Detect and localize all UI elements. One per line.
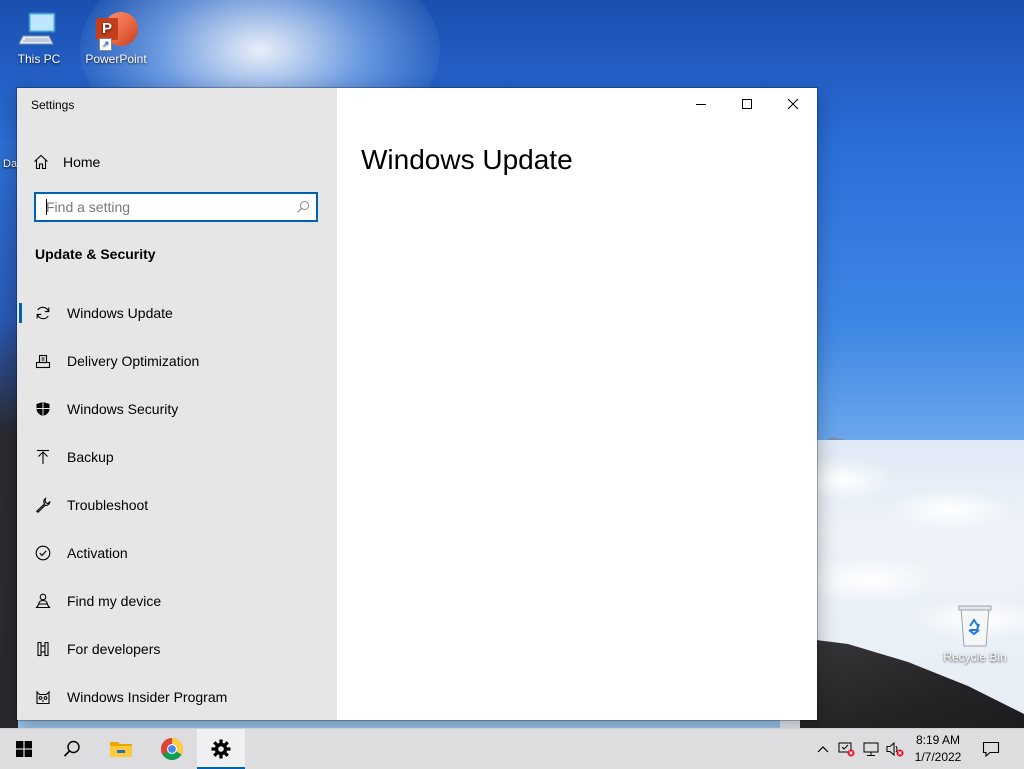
sidebar-home-label: Home <box>63 154 101 170</box>
shield-icon <box>19 401 67 417</box>
maximize-button[interactable] <box>724 88 770 120</box>
wallpaper-left-strip <box>0 140 18 728</box>
tray-clock[interactable]: 8:19 AM 1/7/2022 <box>906 732 970 766</box>
tray-network[interactable] <box>860 729 882 769</box>
page-title: Windows Update <box>361 144 573 175</box>
sidebar-item-label: Windows Security <box>67 401 179 417</box>
section-title: Update & Security <box>35 246 156 262</box>
sidebar-item-label: Find my device <box>67 593 162 609</box>
wrench-icon <box>19 497 67 513</box>
search-box[interactable] <box>34 192 318 222</box>
desktop-icon-label: This PC <box>17 52 61 66</box>
desktop-icon-powerpoint[interactable]: P ↗ PowerPoint <box>80 10 152 66</box>
sidebar-item-activation[interactable]: Activation <box>17 529 337 577</box>
sidebar-item-find-my-device[interactable]: Find my device <box>17 577 337 625</box>
settings-window: Settings Home Update & Security <box>17 88 817 720</box>
tray-notifications[interactable] <box>980 729 1002 769</box>
sidebar-item-label: Windows Insider Program <box>67 689 228 705</box>
sidebar-item-windows-security[interactable]: Windows Security <box>17 385 337 433</box>
window-title: Settings <box>31 98 75 112</box>
sidebar-item-backup[interactable]: Backup <box>17 433 337 481</box>
sidebar-item-label: Troubleshoot <box>67 497 149 513</box>
sidebar-item-label: Windows Update <box>67 305 173 321</box>
tray-show-hidden[interactable] <box>812 729 834 769</box>
maximize-icon <box>742 99 752 109</box>
clock-date: 1/7/2022 <box>914 750 962 764</box>
settings-main-pane: Windows Update <box>337 88 817 720</box>
taskbar-file-explorer[interactable] <box>97 729 145 769</box>
desktop-icon-this-pc[interactable]: This PC <box>3 10 75 66</box>
desktop-icon-recycle-bin[interactable]: Recycle Bin <box>939 604 1011 664</box>
sidebar-item-troubleshoot[interactable]: Troubleshoot <box>17 481 337 529</box>
text-caret <box>46 199 47 215</box>
close-icon <box>787 98 799 110</box>
search-icon <box>63 740 80 757</box>
sidebar-item-label: Backup <box>67 449 114 465</box>
taskbar: 8:19 AM 1/7/2022 <box>0 728 1024 769</box>
network-icon <box>863 742 879 756</box>
desktop-partial-label: Da <box>3 158 18 170</box>
tray-volume[interactable] <box>884 729 906 769</box>
sidebar-item-label: Activation <box>67 545 128 561</box>
sidebar-item-windows-update[interactable]: Windows Update <box>17 289 337 337</box>
minimize-icon <box>696 104 706 105</box>
insider-cat-icon <box>19 689 67 705</box>
taskbar-search-button[interactable] <box>48 729 96 769</box>
search-icon[interactable] <box>290 200 316 214</box>
taskbar-settings[interactable] <box>197 729 245 769</box>
settings-sidebar: Settings Home Update & Security <box>17 88 337 720</box>
close-button[interactable] <box>770 88 816 120</box>
search-input[interactable] <box>36 194 290 220</box>
sidebar-item-label: Delivery Optimization <box>67 353 200 369</box>
developer-icon <box>19 641 67 657</box>
minimize-button[interactable] <box>678 88 724 120</box>
upload-arrow-icon <box>19 449 67 465</box>
home-icon <box>34 154 48 170</box>
sidebar-item-for-developers[interactable]: For developers <box>17 625 337 673</box>
desktop-icon-label: Recycle Bin <box>943 650 1007 664</box>
check-circle-icon <box>19 545 67 561</box>
delivery-optimization-icon <box>19 353 67 369</box>
sidebar-item-windows-insider-program[interactable]: Windows Insider Program <box>17 673 337 721</box>
taskbar-chrome[interactable] <box>148 729 196 769</box>
computer-icon <box>19 12 56 45</box>
gear-icon <box>211 739 231 759</box>
sidebar-item-label: For developers <box>67 641 161 657</box>
person-location-icon <box>19 593 67 609</box>
windows-logo-icon <box>16 741 32 757</box>
recycle-bin-icon <box>958 605 992 647</box>
chevron-up-icon <box>817 746 829 753</box>
sidebar-item-delivery-optimization[interactable]: Delivery Optimization <box>17 337 337 385</box>
tray-security[interactable] <box>836 729 858 769</box>
start-button[interactable] <box>0 729 48 769</box>
folder-icon <box>110 742 132 757</box>
sync-icon <box>19 305 67 321</box>
security-alert-icon <box>838 742 855 757</box>
chrome-icon <box>161 738 183 760</box>
volume-muted-icon <box>886 741 904 757</box>
desktop-icon-label: PowerPoint <box>85 52 147 66</box>
clock-time: 8:19 AM <box>915 733 961 747</box>
notification-icon <box>982 741 1000 757</box>
sidebar-home[interactable]: Home <box>33 146 100 178</box>
powerpoint-icon: P ↗ <box>96 10 138 51</box>
